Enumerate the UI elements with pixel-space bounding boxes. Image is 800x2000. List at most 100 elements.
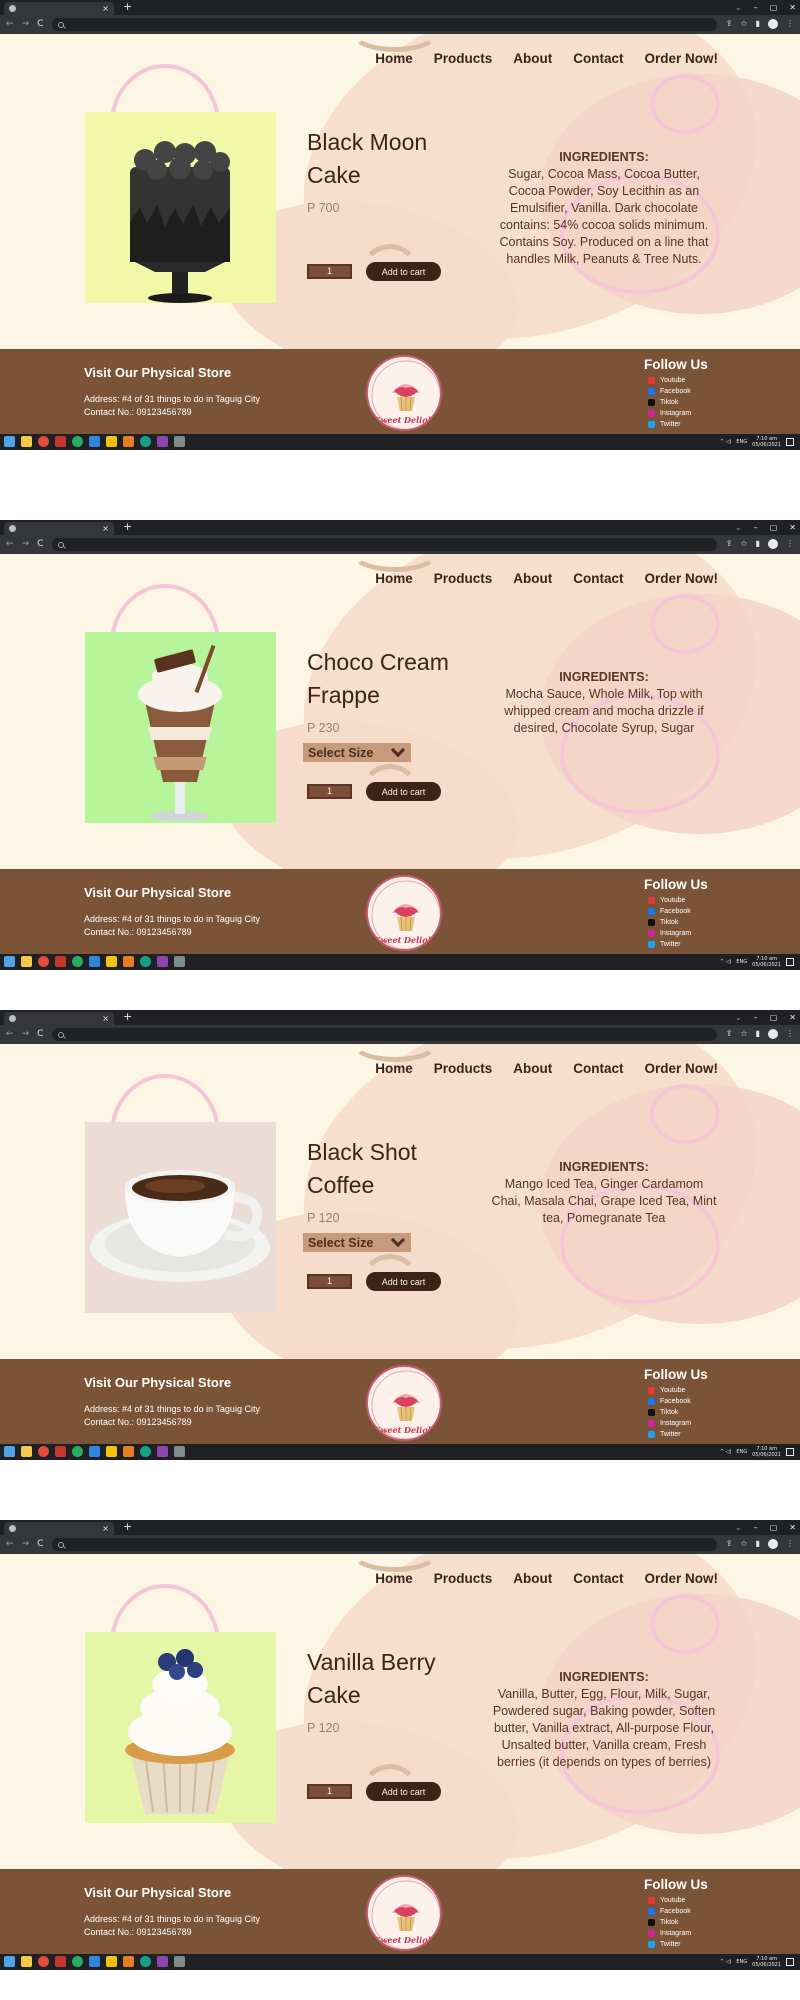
nav-order-now[interactable]: Order Now! [644,1061,718,1076]
forward-button[interactable]: → [22,1028,30,1040]
menu-kebab-icon[interactable]: ⋮ [786,1028,794,1040]
profile-avatar-icon[interactable] [768,1029,778,1039]
address-bar[interactable] [52,1028,717,1041]
chrome-icon[interactable] [38,436,49,447]
file-explorer-icon[interactable] [21,956,32,967]
file-explorer-icon[interactable] [21,1956,32,1967]
social-link-twitter[interactable]: Twitter [648,1429,708,1440]
social-link-facebook[interactable]: Facebook [648,906,708,917]
app-icon[interactable] [106,436,117,447]
app-icon[interactable] [89,1956,100,1967]
social-link-facebook[interactable]: Facebook [648,386,708,397]
tab-search-icon[interactable]: ⌄ [735,523,742,532]
minimize-button[interactable]: – [754,1523,758,1532]
app-icon[interactable] [72,1956,83,1967]
app-icon[interactable] [157,1446,168,1457]
app-icon[interactable] [55,1956,66,1967]
minimize-button[interactable]: – [754,1013,758,1022]
reload-button[interactable]: C [37,1538,43,1550]
app-icon[interactable] [123,1956,134,1967]
app-icon[interactable] [72,436,83,447]
forward-button[interactable]: → [22,18,30,30]
nav-order-now[interactable]: Order Now! [644,51,718,66]
reload-button[interactable]: C [37,18,43,30]
tab-close-icon[interactable]: × [102,524,109,533]
tab-search-icon[interactable]: ⌄ [735,1523,742,1532]
address-bar[interactable] [52,18,717,31]
add-to-cart-button[interactable]: Add to cart [366,262,441,281]
start-button-icon[interactable] [4,436,15,447]
profile-avatar-icon[interactable] [768,1539,778,1549]
bookmark-star-icon[interactable]: ☆ [740,1538,747,1550]
app-icon[interactable] [157,436,168,447]
quantity-input[interactable]: 1 [307,1784,352,1799]
back-button[interactable]: ← [6,18,14,30]
app-icon[interactable] [157,1956,168,1967]
new-tab-button[interactable]: + [123,1011,132,1023]
new-tab-button[interactable]: + [123,1,132,13]
sweet-delight-logo[interactable]: Sweet Delight [366,875,442,951]
social-link-tiktok[interactable]: Tiktok [648,917,708,928]
social-link-youtube[interactable]: Youtube [648,895,708,906]
nav-about[interactable]: About [513,571,552,586]
profile-avatar-icon[interactable] [768,19,778,29]
social-link-instagram[interactable]: Instagram [648,408,708,419]
app-icon[interactable] [140,1446,151,1457]
start-button-icon[interactable] [4,956,15,967]
tab-search-icon[interactable]: ⌄ [735,1013,742,1022]
file-explorer-icon[interactable] [21,1446,32,1457]
close-window-button[interactable]: ✕ [789,1013,796,1022]
social-link-youtube[interactable]: Youtube [648,375,708,386]
system-clock[interactable]: 7:10 am 05/06/2021 [752,436,781,448]
address-bar[interactable] [52,538,717,551]
social-link-facebook[interactable]: Facebook [648,1396,708,1407]
browser-tab[interactable]: × [4,2,114,15]
back-button[interactable]: ← [6,1028,14,1040]
tray-icons[interactable]: ^ ◁) [720,1959,732,1965]
social-link-instagram[interactable]: Instagram [648,1418,708,1429]
sweet-delight-logo[interactable]: Sweet Delight [366,1875,442,1951]
notification-icon[interactable] [786,1958,794,1966]
sweet-delight-logo[interactable]: Sweet Delight [366,1365,442,1441]
back-button[interactable]: ← [6,538,14,550]
browser-tab[interactable]: × [4,1522,114,1535]
bookmark-star-icon[interactable]: ☆ [740,538,747,550]
app-icon[interactable] [72,956,83,967]
browser-tab[interactable]: × [4,522,114,535]
tray-icons[interactable]: ^ ◁) [720,959,732,965]
tray-icons[interactable]: ^ ◁) [720,439,732,445]
menu-kebab-icon[interactable]: ⋮ [786,1538,794,1550]
nav-products[interactable]: Products [434,1061,493,1076]
tab-search-icon[interactable]: ⌄ [735,3,742,12]
social-link-youtube[interactable]: Youtube [648,1895,708,1906]
minimize-button[interactable]: – [754,3,758,12]
add-to-cart-button[interactable]: Add to cart [366,1782,441,1801]
language-indicator[interactable]: ENG [736,959,747,965]
app-icon[interactable] [72,1446,83,1457]
nav-about[interactable]: About [513,1061,552,1076]
social-link-twitter[interactable]: Twitter [648,419,708,430]
share-icon[interactable]: ⇪ [726,538,733,550]
new-tab-button[interactable]: + [123,1521,132,1533]
nav-home[interactable]: Home [375,571,413,586]
notification-icon[interactable] [786,1448,794,1456]
app-icon[interactable] [55,436,66,447]
side-panel-icon[interactable]: ▮ [756,1538,760,1550]
social-link-twitter[interactable]: Twitter [648,939,708,950]
bookmark-star-icon[interactable]: ☆ [740,18,747,30]
app-icon[interactable] [140,956,151,967]
app-icon[interactable] [89,436,100,447]
browser-tab[interactable]: × [4,1012,114,1025]
nav-products[interactable]: Products [434,51,493,66]
close-window-button[interactable]: ✕ [789,3,796,12]
language-indicator[interactable]: ENG [736,439,747,445]
social-link-tiktok[interactable]: Tiktok [648,1407,708,1418]
maximize-button[interactable]: ▢ [770,1013,778,1022]
app-icon[interactable] [123,436,134,447]
app-icon[interactable] [157,956,168,967]
size-select-dropdown[interactable]: Select Size [303,1232,411,1252]
language-indicator[interactable]: ENG [736,1959,747,1965]
app-icon[interactable] [140,1956,151,1967]
nav-home[interactable]: Home [375,1061,413,1076]
system-clock[interactable]: 7:10 am 05/06/2021 [752,956,781,968]
